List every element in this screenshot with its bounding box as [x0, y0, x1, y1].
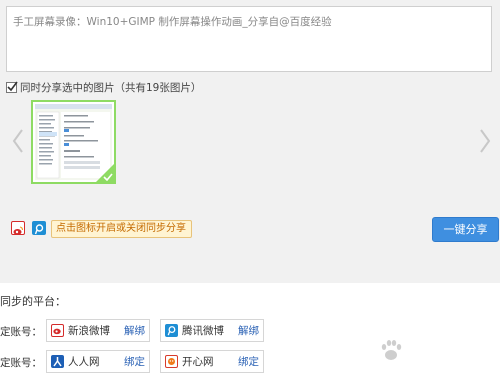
selected-image-thumbnail[interactable]: [31, 100, 116, 184]
platform-name: 开心网: [182, 356, 214, 368]
next-arrow-icon[interactable]: [478, 128, 492, 154]
weibo-sync-icon[interactable]: [11, 221, 25, 235]
platform-tencent-weibo: 腾讯微博 解绑: [160, 319, 264, 342]
bind-link[interactable]: 绑定: [124, 355, 145, 369]
sync-tooltip: 点击图标开启或关闭同步分享: [51, 220, 192, 238]
account-row-label: 定账号：: [0, 326, 42, 338]
weibo-icon: [51, 324, 64, 337]
account-row-label: 定账号：: [0, 357, 42, 369]
check-icon: [103, 173, 113, 181]
prev-arrow-icon[interactable]: [11, 128, 25, 154]
platform-renren: 人人网 绑定: [46, 350, 150, 373]
one-click-share-button[interactable]: 一键分享: [432, 217, 499, 242]
platform-name: 人人网: [68, 356, 100, 368]
tencent-weibo-sync-icon[interactable]: [32, 221, 46, 235]
share-images-checkbox[interactable]: [6, 81, 18, 93]
platform-name: 新浪微博: [68, 325, 110, 337]
paw-logo-icon: [381, 340, 402, 360]
share-images-label: 同时分享选中的图片（共有19张图片）: [20, 81, 202, 94]
unbind-link[interactable]: 解绑: [238, 324, 259, 338]
share-images-option[interactable]: 同时分享选中的图片（共有19张图片）: [6, 80, 201, 94]
share-panel: 手工屏幕录像：Win10+GIMP 制作屏幕操作动画_分享自@百度经验 同时分享…: [0, 0, 500, 283]
kaixin-icon: [165, 355, 178, 368]
platform-name: 腾讯微博: [182, 325, 224, 337]
platform-weibo: 新浪微博 解绑: [46, 319, 150, 342]
sync-platforms-title: 同步的平台：: [0, 295, 66, 308]
tencent-weibo-icon: [165, 324, 178, 337]
bind-link[interactable]: 绑定: [238, 355, 259, 369]
renren-icon: [51, 355, 64, 368]
unbind-link[interactable]: 解绑: [124, 324, 145, 338]
share-text-input[interactable]: 手工屏幕录像：Win10+GIMP 制作屏幕操作动画_分享自@百度经验: [6, 6, 492, 72]
platform-kaixin: 开心网 绑定: [160, 350, 264, 373]
